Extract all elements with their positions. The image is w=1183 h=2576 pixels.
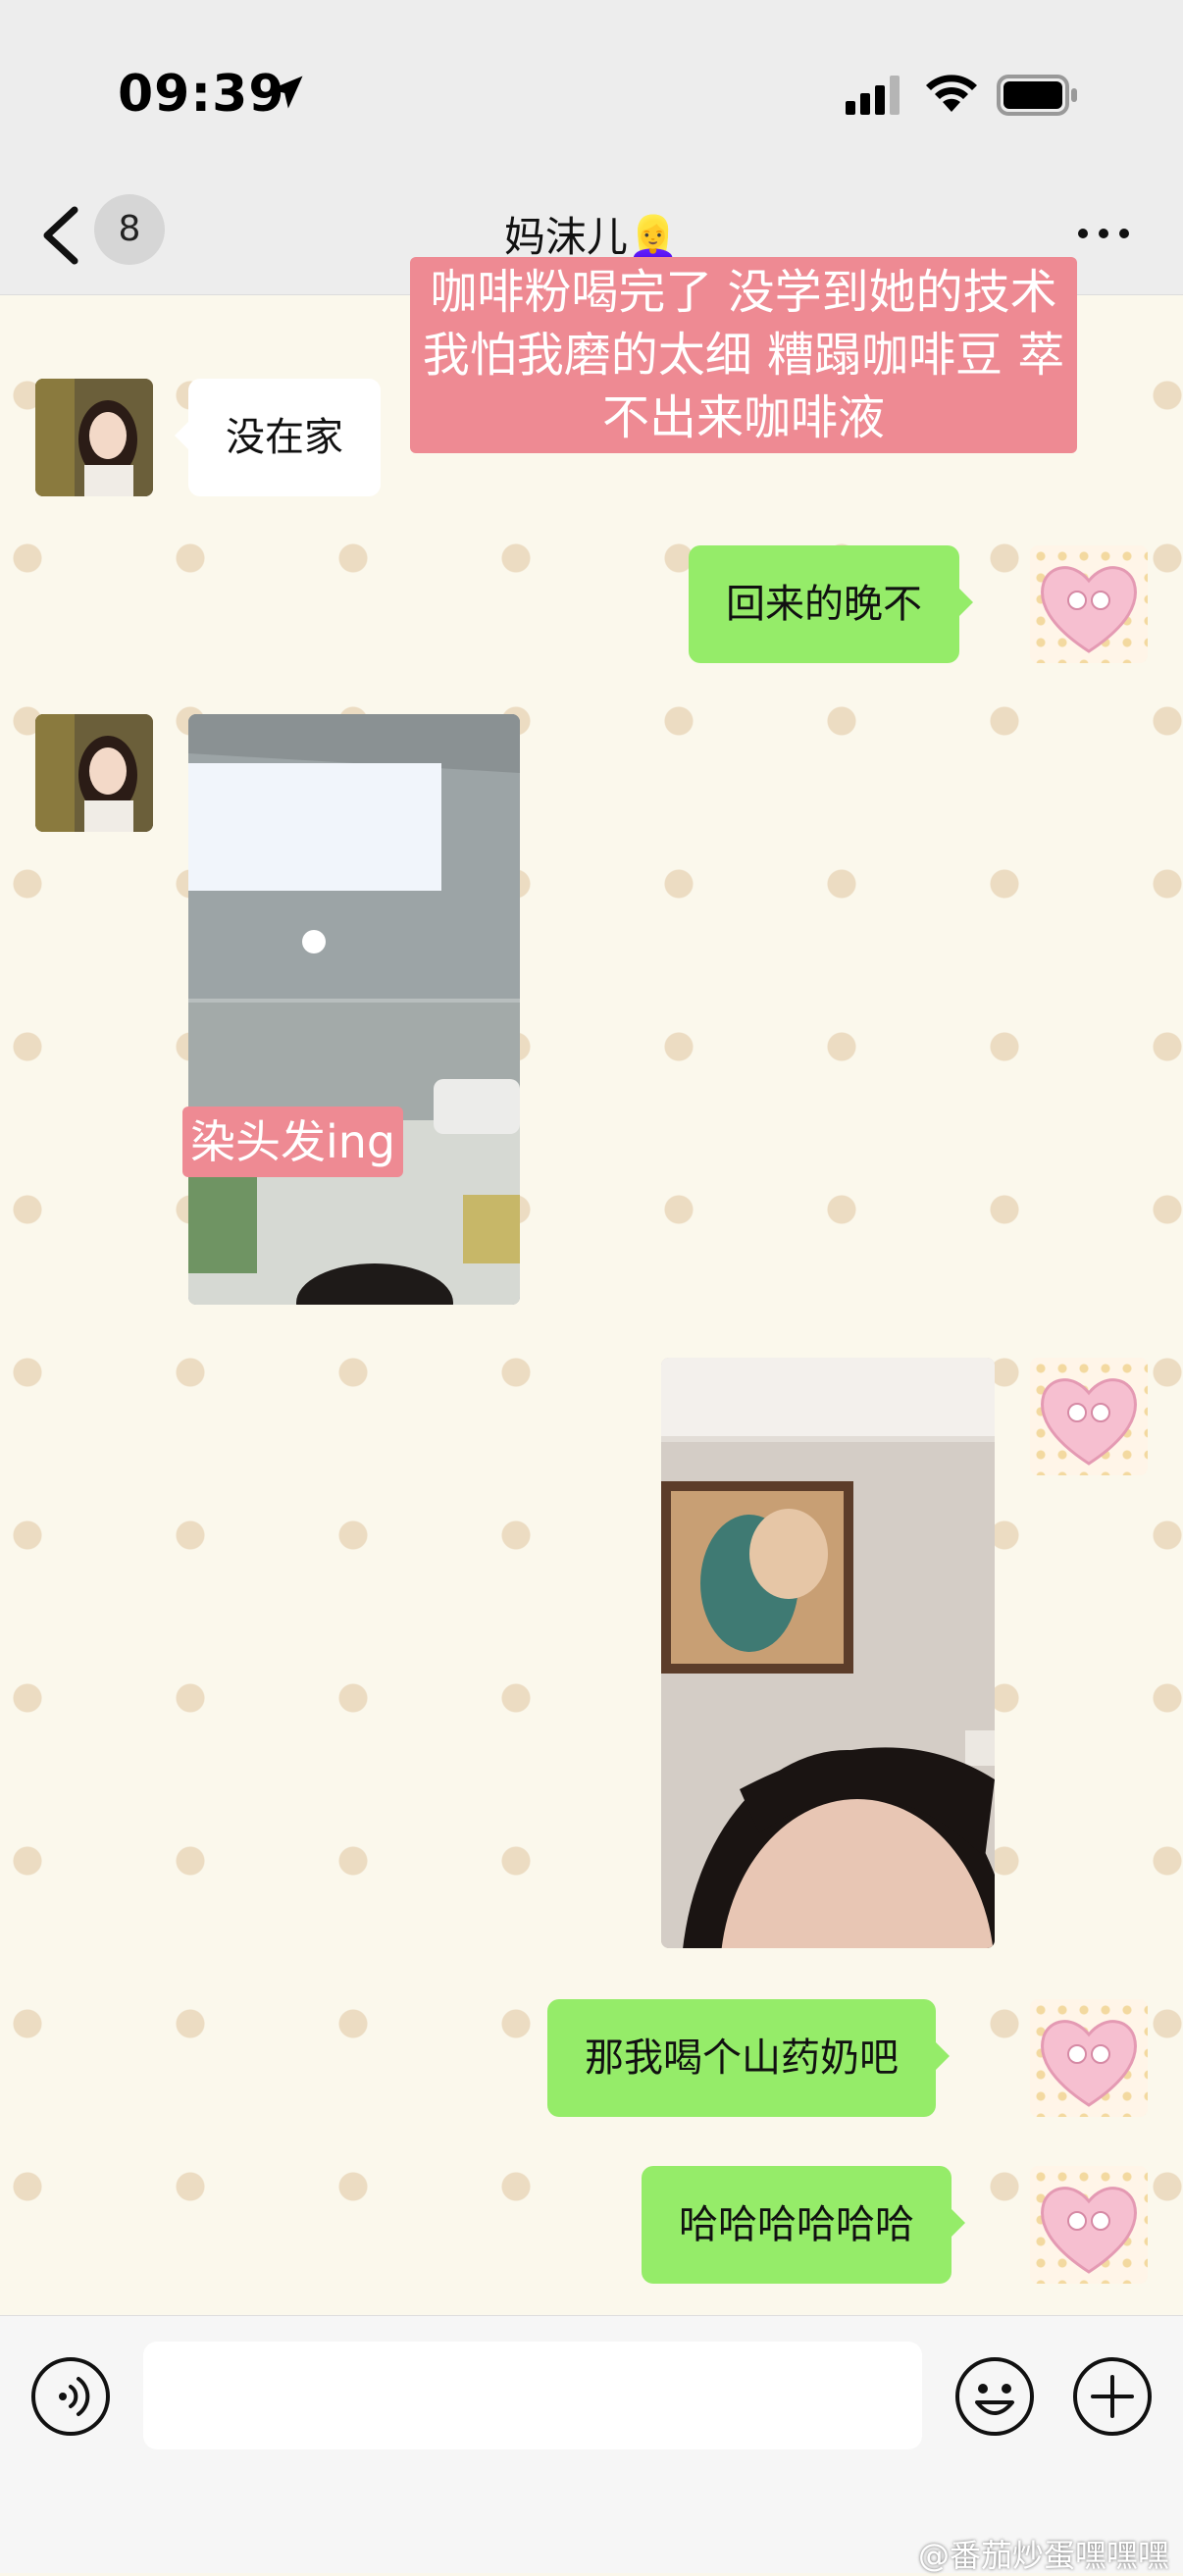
wifi-icon: [926, 75, 977, 112]
ceiling-photo: [188, 714, 520, 1305]
message-input[interactable]: [143, 2342, 922, 2449]
contact-avatar[interactable]: [35, 714, 153, 832]
message-bubble-outgoing[interactable]: 哈哈哈哈哈哈: [642, 2166, 965, 2284]
image-message-incoming[interactable]: [188, 714, 520, 1305]
overlay-caption-top: 咖啡粉喝完了 没学到她的技术 我怕我磨的太细 糟蹋咖啡豆 萃不出来咖啡液: [410, 257, 1077, 453]
plus-icon[interactable]: [1071, 2355, 1154, 2438]
message-bubble-outgoing[interactable]: 回来的晚不: [689, 545, 973, 663]
more-icon[interactable]: [1077, 226, 1130, 241]
message-bubble-incoming[interactable]: 没在家: [175, 379, 381, 496]
heart-sticker-avatar: [1041, 2020, 1137, 2107]
heart-sticker-avatar: [1041, 1378, 1137, 1466]
message-bubble-outgoing[interactable]: 那我喝个山药奶吧: [547, 1999, 950, 2117]
heart-sticker-avatar: [1041, 566, 1137, 653]
heart-sticker-avatar: [1041, 2187, 1137, 2274]
chat-title: 妈沫儿👱‍♀️: [503, 213, 680, 261]
location-arrow-icon: [270, 76, 303, 109]
image-message-outgoing[interactable]: [661, 1358, 995, 1948]
selfie-photo: [661, 1358, 995, 1948]
signal-icon: [846, 76, 900, 115]
image-caption-overlay: 染头发ing: [182, 1107, 404, 1177]
my-avatar[interactable]: [1030, 1358, 1148, 1475]
my-avatar[interactable]: [1030, 545, 1148, 663]
contact-avatar-photo: [35, 714, 153, 832]
my-avatar[interactable]: [1030, 2166, 1148, 2284]
my-avatar[interactable]: [1030, 1999, 1148, 2117]
battery-icon: [997, 75, 1077, 116]
contact-avatar-photo: [35, 379, 153, 496]
contact-avatar[interactable]: [35, 379, 153, 496]
status-time: 09:39: [118, 65, 285, 124]
emoji-icon[interactable]: [953, 2355, 1036, 2438]
watermark: @番茄炒蛋嘿嘿嘿: [917, 2537, 1169, 2574]
voice-icon[interactable]: [29, 2355, 112, 2438]
status-bar: 09:39: [0, 0, 1183, 167]
